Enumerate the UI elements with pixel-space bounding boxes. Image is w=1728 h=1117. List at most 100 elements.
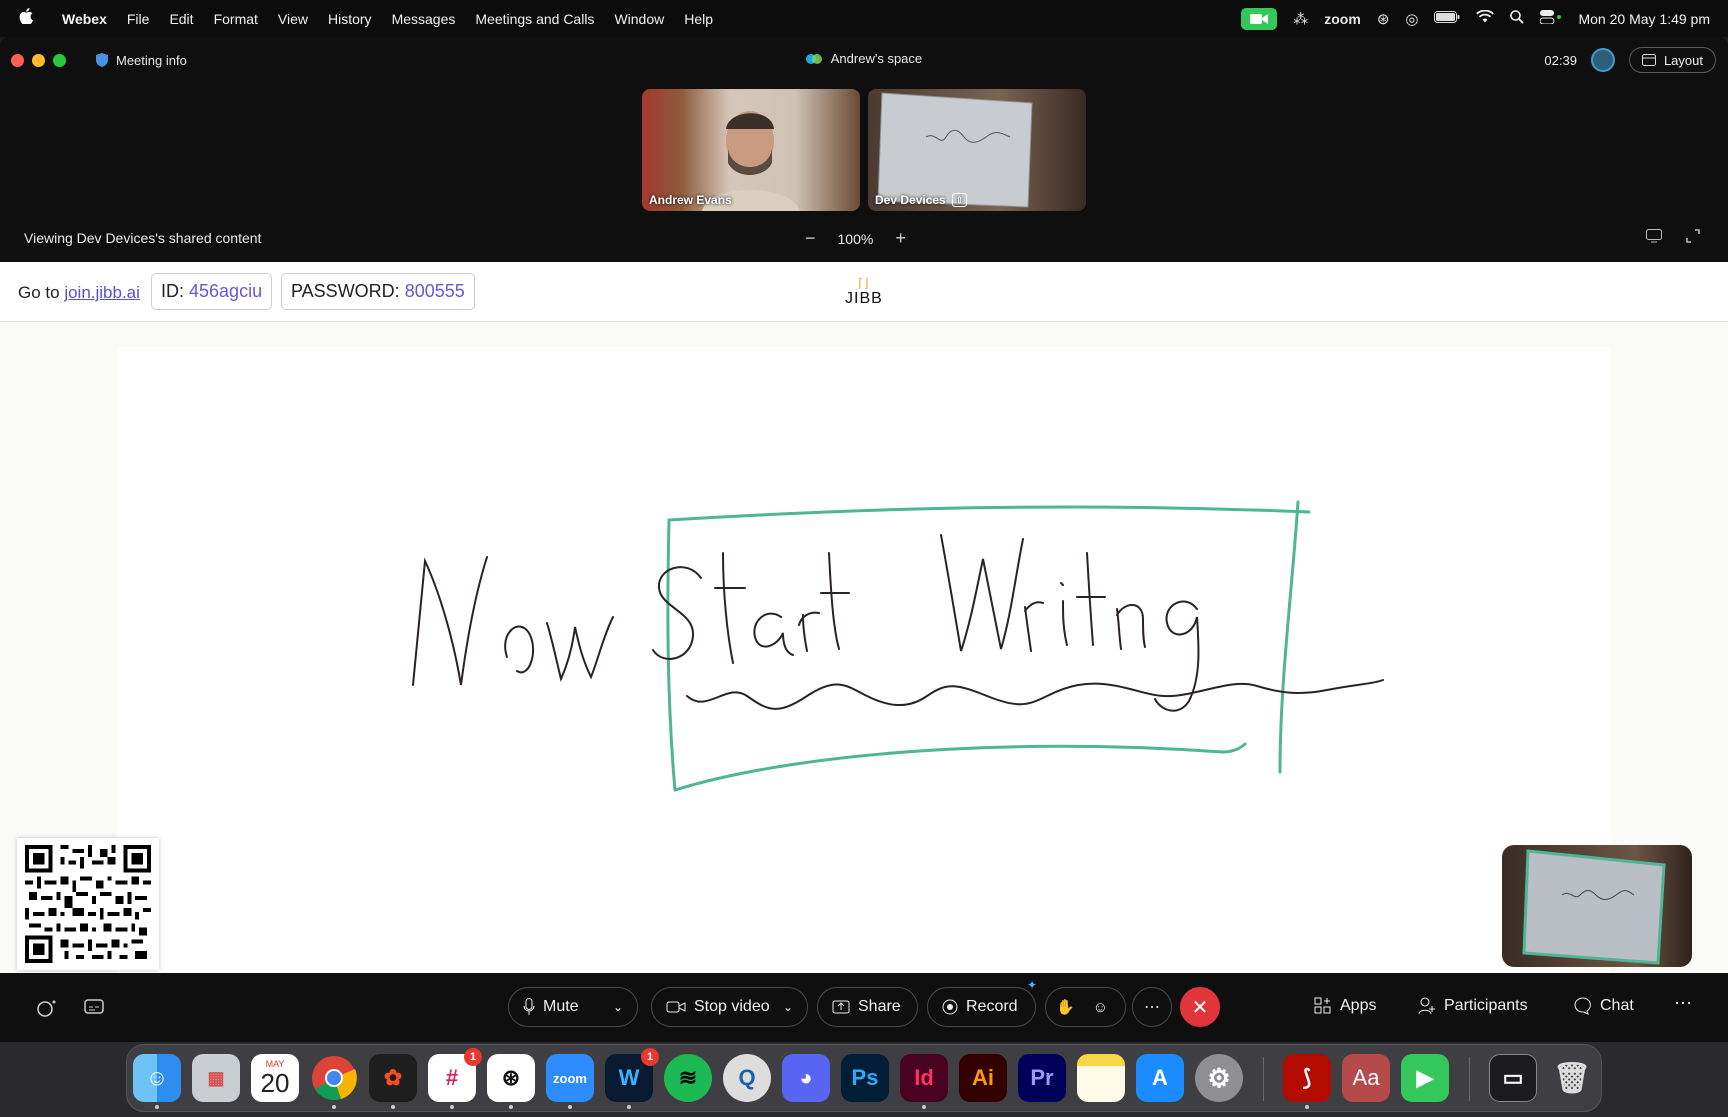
menu-help[interactable]: Help xyxy=(674,11,723,27)
self-view-image xyxy=(1522,849,1666,965)
handwriting-stroke xyxy=(412,534,1384,712)
webex-app-icon[interactable]: W1 xyxy=(605,1048,659,1109)
participants-icon xyxy=(1418,997,1435,1015)
acrobat-icon[interactable]: ⟆ xyxy=(1283,1054,1331,1109)
notes-icon[interactable] xyxy=(1077,1054,1125,1102)
self-view-video[interactable] xyxy=(1502,845,1692,967)
figma-icon[interactable]: ✿ xyxy=(369,1054,417,1109)
audio-level-avatar[interactable] xyxy=(1590,48,1615,72)
facetime-icon[interactable]: ▶ xyxy=(1401,1054,1449,1102)
ai-label: Ai xyxy=(972,1065,994,1090)
wifi-icon[interactable] xyxy=(1476,9,1495,27)
premiere-icon[interactable]: Pr xyxy=(1018,1054,1066,1102)
goto-prefix: Go to xyxy=(18,283,65,302)
meeting-info-button[interactable]: Meeting info xyxy=(96,53,187,68)
zoom-window-button[interactable] xyxy=(53,53,66,67)
apple-menu-icon[interactable] xyxy=(0,8,52,29)
menu-file[interactable]: File xyxy=(117,11,160,27)
dock-separator xyxy=(1263,1057,1264,1101)
zoom-in-button[interactable]: + xyxy=(895,228,906,249)
chatgpt-menu-icon[interactable]: ⊛ xyxy=(1377,10,1390,28)
meeting-controls-bar: Mute ⌄ Stop video ⌄ Share Record ✦ ✋ ☺ ⋯… xyxy=(0,973,1728,1042)
creative-cloud-icon[interactable]: ◎ xyxy=(1405,10,1418,28)
more-options-button[interactable]: ⋯ xyxy=(1132,987,1172,1027)
chrome-icon[interactable] xyxy=(310,1054,358,1109)
trash-icon[interactable]: 🗑 xyxy=(1548,1054,1596,1102)
space-title-text: Andrew's space xyxy=(830,51,923,66)
qr-code[interactable] xyxy=(17,838,159,970)
video-camera-icon xyxy=(666,1001,686,1013)
calendar-icon[interactable]: MAY 20 xyxy=(251,1054,299,1102)
meeting-info-label: Meeting info xyxy=(116,52,187,68)
macos-dock: ☺ ▦ MAY 20 ✿ #1 ⊛ zoom W1 ≋ Q ◕ Ps Id Ai… xyxy=(126,1044,1602,1112)
indesign-icon[interactable]: Id xyxy=(900,1054,948,1109)
id-value: 456agciu xyxy=(189,281,263,301)
slack-icon[interactable]: #1 xyxy=(428,1048,482,1109)
jibb-logo: ⌈⌋ JIBB xyxy=(845,276,883,307)
zoom-out-button[interactable]: − xyxy=(805,228,816,249)
menu-history[interactable]: History xyxy=(318,11,382,27)
menu-app-webex[interactable]: Webex xyxy=(52,11,117,27)
chevron-down-icon[interactable]: ⌄ xyxy=(613,1000,623,1014)
menu-view[interactable]: View xyxy=(268,11,318,27)
noise-removal-icon[interactable] xyxy=(36,999,58,1022)
microphone-icon xyxy=(523,998,535,1015)
end-call-button[interactable]: ✕ xyxy=(1180,987,1220,1027)
camera-in-use-icon[interactable] xyxy=(1241,7,1278,30)
apps-button[interactable]: Apps xyxy=(1314,997,1376,1015)
finder-icon[interactable]: ☺ xyxy=(133,1054,181,1109)
zoom-menu-label[interactable]: zoom xyxy=(1324,11,1361,27)
menu-meetings-and-calls[interactable]: Meetings and Calls xyxy=(465,11,604,27)
video-tile-dev-devices[interactable]: Dev Devices ⇧ xyxy=(868,89,1086,211)
quicktime-icon[interactable]: Q xyxy=(723,1054,771,1102)
dictionary-icon[interactable]: Aa xyxy=(1342,1054,1390,1102)
figma-menu-icon[interactable]: ⁂ xyxy=(1293,10,1308,28)
photoshop-icon[interactable]: Ps xyxy=(841,1054,889,1102)
share-button[interactable]: Share xyxy=(817,987,918,1027)
minimize-window-button[interactable] xyxy=(32,53,45,67)
captions-icon[interactable] xyxy=(84,999,104,1020)
fullscreen-icon[interactable] xyxy=(1686,229,1700,246)
macos-menu-bar: Webex File Edit Format View History Mess… xyxy=(0,0,1728,37)
share-label: Share xyxy=(858,998,901,1015)
zoom-app-icon[interactable]: zoom xyxy=(546,1054,594,1109)
tile-name-andrew: Andrew Evans xyxy=(649,193,732,207)
spotlight-search-icon[interactable] xyxy=(1510,9,1525,28)
menu-messages[interactable]: Messages xyxy=(382,11,466,27)
menubar-clock[interactable]: Mon 20 May 1:49 pm xyxy=(1578,11,1710,27)
control-center-icon[interactable] xyxy=(1539,9,1562,28)
launchpad-icon[interactable]: ▦ xyxy=(192,1054,240,1102)
password-value: 800555 xyxy=(404,281,465,301)
menu-edit[interactable]: Edit xyxy=(159,11,203,27)
overflow-menu-icon[interactable]: ⋯ xyxy=(1674,993,1692,1014)
chat-button[interactable]: Chat xyxy=(1574,997,1634,1015)
spotify-icon[interactable]: ≋ xyxy=(664,1054,712,1102)
chatgpt-icon[interactable]: ⊛ xyxy=(487,1054,535,1109)
layout-button[interactable]: Layout xyxy=(1628,47,1716,73)
chevron-down-icon[interactable]: ⌄ xyxy=(783,1000,793,1014)
jibb-join-link[interactable]: join.jibb.ai xyxy=(64,283,140,302)
mute-button[interactable]: Mute ⌄ xyxy=(508,987,638,1027)
jibb-logo-text: JIBB xyxy=(845,290,883,307)
meeting-timer: 02:39 xyxy=(1544,52,1577,68)
menu-format[interactable]: Format xyxy=(204,11,268,27)
pop-out-share-icon[interactable] xyxy=(1646,229,1662,246)
zoom-app-label: zoom xyxy=(553,1070,587,1086)
discord-icon[interactable]: ◕ xyxy=(782,1054,830,1102)
illustrator-icon[interactable]: Ai xyxy=(959,1054,1007,1102)
downloads-stack-icon[interactable]: ▭ xyxy=(1489,1054,1537,1102)
video-strip: Andrew Evans Dev Devices ⇧ Viewing Dev D… xyxy=(0,83,1728,263)
stop-video-button[interactable]: Stop video ⌄ xyxy=(651,987,808,1027)
menu-window[interactable]: Window xyxy=(604,11,674,27)
layout-label: Layout xyxy=(1663,52,1703,68)
close-window-button[interactable] xyxy=(11,53,24,67)
goto-text: Go to join.jibb.ai xyxy=(18,283,140,303)
participants-button[interactable]: Participants xyxy=(1418,997,1528,1015)
record-button[interactable]: Record ✦ xyxy=(927,978,1037,1027)
raise-hand-icon[interactable]: ✋ xyxy=(1056,998,1075,1016)
system-settings-icon[interactable]: ⚙ xyxy=(1195,1054,1243,1102)
app-store-icon[interactable]: A xyxy=(1136,1054,1184,1102)
video-tile-andrew[interactable]: Andrew Evans xyxy=(642,89,860,211)
reaction-smiley-icon[interactable]: ☺ xyxy=(1093,999,1108,1016)
battery-icon[interactable] xyxy=(1434,10,1460,27)
